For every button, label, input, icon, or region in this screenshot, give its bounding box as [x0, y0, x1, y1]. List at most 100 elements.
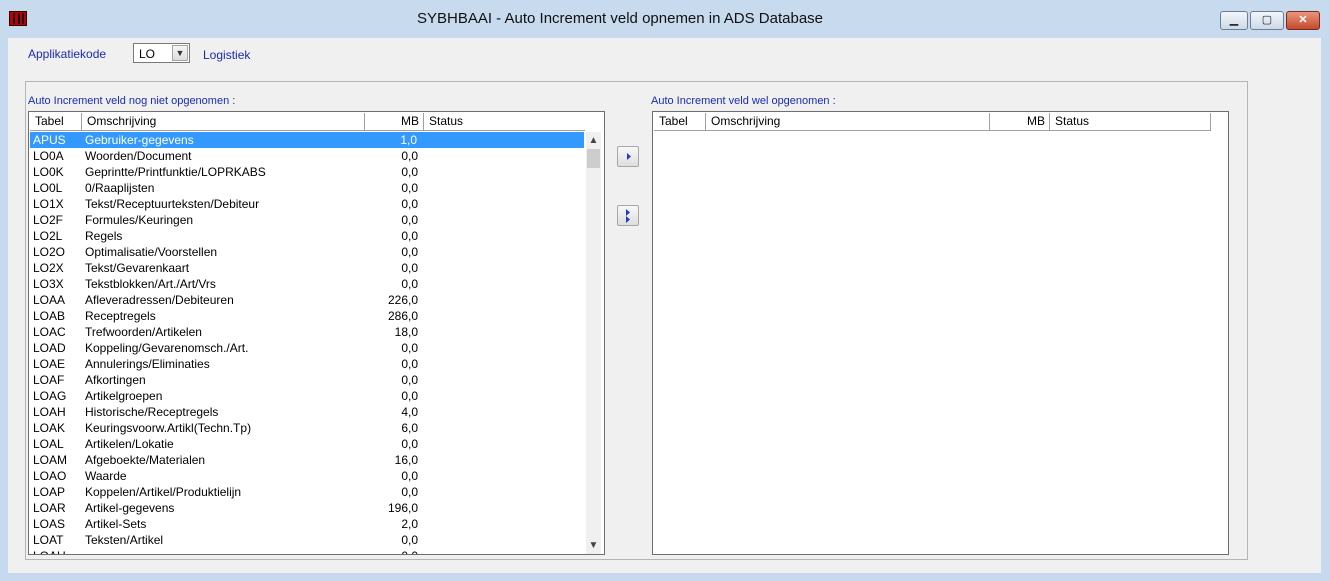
- column-header-status[interactable]: Status: [424, 113, 585, 130]
- table-row[interactable]: LOAU 0,0: [30, 548, 585, 554]
- chevron-down-icon[interactable]: ▼: [172, 45, 188, 61]
- not-included-tables-grid[interactable]: Tabel Omschrijving MB Status APUS Gebruik…: [28, 111, 605, 555]
- table-row[interactable]: LO2F Formules/Keuringen 0,0: [30, 212, 585, 228]
- table-row[interactable]: LOAK Keuringsvoorw.Artikl(Techn.Tp) 6,0: [30, 420, 585, 436]
- scroll-up-icon[interactable]: ▲: [586, 132, 601, 149]
- row-omschrijving: Tekstblokken/Art./Art/Vrs: [85, 277, 216, 291]
- row-tabel: LOAE: [33, 357, 66, 371]
- row-omschrijving: Tekst/Receptuurteksten/Debiteur: [85, 197, 260, 211]
- row-omschrijving: Afkortingen: [85, 373, 146, 387]
- table-row[interactable]: LOAM Afgeboekte/Materialen 16,0: [30, 452, 585, 468]
- column-header-omschrijving[interactable]: Omschrijving: [82, 113, 365, 130]
- table-row[interactable]: LOAD Koppeling/Gevarenomsch./Art. 0,0: [30, 340, 585, 356]
- row-omschrijving: Artikel-gegevens: [85, 501, 175, 515]
- table-row[interactable]: LOAL Artikelen/Lokatie 0,0: [30, 436, 585, 452]
- row-omschrijving: Geprintte/Printfunktie/LOPRKABS: [85, 165, 266, 179]
- table-row[interactable]: LOAC Trefwoorden/Artikelen 18,0: [30, 324, 585, 340]
- row-omschrijving: Optimalisatie/Voorstellen: [85, 245, 218, 259]
- table-row[interactable]: LOAA Afleveradressen/Debiteuren 226,0: [30, 292, 585, 308]
- row-mb: 226,0: [387, 293, 418, 307]
- table-row[interactable]: LOAE Annulerings/Eliminaties 0,0: [30, 356, 585, 372]
- scroll-down-icon[interactable]: ▼: [586, 537, 601, 554]
- table-row[interactable]: LOAH Historische/Receptregels 4,0: [30, 404, 585, 420]
- row-mb: 0,0: [401, 165, 418, 179]
- row-mb: 16,0: [394, 453, 418, 467]
- row-mb: 0,0: [401, 437, 418, 451]
- grid-rows: APUS Gebruiker-gegevens 1,0 LO0A Woorden/Doc…: [30, 132, 585, 554]
- column-header-tabel[interactable]: Tabel: [30, 113, 82, 130]
- maximize-icon: ▢: [1261, 14, 1273, 26]
- row-omschrijving: Woorden/Document: [85, 149, 192, 163]
- column-header-omschrijving[interactable]: Omschrijving: [706, 113, 990, 130]
- row-tabel: LOAL: [33, 437, 64, 451]
- table-row[interactable]: LO2X Tekst/Gevarenkaart 0,0: [30, 260, 585, 276]
- column-header-status[interactable]: Status: [1050, 113, 1211, 130]
- table-row[interactable]: APUS Gebruiker-gegevens 1,0: [30, 132, 584, 148]
- row-tabel: LO2F: [33, 213, 64, 227]
- application-window: SYBHBAAI - Auto Increment veld opnemen i…: [0, 0, 1329, 581]
- table-row[interactable]: LOAG Artikelgroepen 0,0: [30, 388, 585, 404]
- close-icon: ✕: [1298, 14, 1308, 26]
- table-row[interactable]: LO1X Tekst/Receptuurteksten/Debiteur 0,0: [30, 196, 585, 212]
- table-row[interactable]: LOAP Koppelen/Artikel/Produktielijn 0,0: [30, 484, 585, 500]
- applikatiekode-combobox[interactable]: LO ▼: [133, 43, 190, 63]
- row-mb: 0,0: [401, 149, 418, 163]
- move-selected-button[interactable]: [617, 146, 639, 167]
- row-tabel: LO0A: [33, 149, 64, 163]
- close-button[interactable]: ✕: [1286, 11, 1320, 30]
- row-tabel: LOAB: [33, 309, 66, 323]
- arrow-right-icon: [627, 153, 631, 160]
- title-bar[interactable]: SYBHBAAI - Auto Increment veld opnemen i…: [0, 0, 1329, 38]
- table-row[interactable]: LOAO Waarde 0,0: [30, 468, 585, 484]
- table-row[interactable]: LO2L Regels 0,0: [30, 228, 585, 244]
- row-mb: 286,0: [387, 309, 418, 323]
- table-row[interactable]: LO3X Tekstblokken/Art./Art/Vrs 0,0: [30, 276, 585, 292]
- window-title: SYBHBAAI - Auto Increment veld opnemen i…: [416, 10, 824, 27]
- row-omschrijving: Koppelen/Artikel/Produktielijn: [85, 485, 242, 499]
- row-mb: 196,0: [387, 501, 418, 515]
- grid-header: Tabel Omschrijving MB Status: [654, 113, 1211, 131]
- row-omschrijving: Artikel-Sets: [85, 517, 147, 531]
- row-tabel: LO3X: [33, 277, 64, 291]
- row-omschrijving: Teksten/Artikel: [85, 533, 164, 547]
- column-header-tabel[interactable]: Tabel: [654, 113, 706, 130]
- row-omschrijving: Regels: [85, 229, 123, 243]
- row-omschrijving: Waarde: [85, 469, 127, 483]
- row-omschrijving: Artikelen/Lokatie: [85, 437, 174, 451]
- minimize-button[interactable]: ▁: [1220, 11, 1248, 30]
- column-header-mb[interactable]: MB: [365, 113, 424, 130]
- table-row[interactable]: LO0K Geprintte/Printfunktie/LOPRKABS 0,0: [30, 164, 585, 180]
- column-header-mb[interactable]: MB: [990, 113, 1050, 130]
- row-mb: 0,0: [401, 229, 418, 243]
- maximize-button[interactable]: ▢: [1250, 11, 1284, 30]
- row-tabel: LOAC: [33, 325, 66, 339]
- row-omschrijving: Koppeling/Gevarenomsch./Art.: [85, 341, 249, 355]
- row-tabel: LO0K: [33, 165, 64, 179]
- table-row[interactable]: LO2O Optimalisatie/Voorstellen 0,0: [30, 244, 585, 260]
- table-row[interactable]: LO0A Woorden/Document 0,0: [30, 148, 585, 164]
- row-mb: 0,0: [401, 357, 418, 371]
- table-row[interactable]: LOAB Receptregels 286,0: [30, 308, 585, 324]
- included-tables-grid[interactable]: Tabel Omschrijving MB Status: [652, 111, 1229, 555]
- row-tabel: APUS: [33, 133, 66, 147]
- right-panel-label: Auto Increment veld wel opgenomen :: [651, 95, 836, 107]
- vertical-scrollbar[interactable]: ▲ ▼: [586, 132, 601, 554]
- client-area: Applikatiekode LO ▼ Logistiek Auto Incre…: [8, 38, 1321, 573]
- table-row[interactable]: LOAS Artikel-Sets 2,0: [30, 516, 585, 532]
- row-omschrijving: Tekst/Gevarenkaart: [85, 261, 190, 275]
- table-row[interactable]: LO0L 0/Raaplijsten 0,0: [30, 180, 585, 196]
- row-tabel: LOAR: [33, 501, 66, 515]
- move-all-button[interactable]: [617, 205, 639, 226]
- row-tabel: LO2L: [33, 229, 63, 243]
- table-row[interactable]: LOAT Teksten/Artikel 0,0: [30, 532, 585, 548]
- row-omschrijving: Artikelgroepen: [85, 389, 163, 403]
- row-mb: 2,0: [401, 517, 418, 531]
- table-row[interactable]: LOAF Afkortingen 0,0: [30, 372, 585, 388]
- table-row[interactable]: LOAR Artikel-gegevens 196,0: [30, 500, 585, 516]
- row-omschrijving: 0/Raaplijsten: [85, 181, 155, 195]
- scrollbar-thumb[interactable]: [587, 149, 600, 168]
- row-mb: 0,0: [401, 277, 418, 291]
- row-mb: 0,0: [401, 197, 418, 211]
- row-tabel: LOAT: [33, 533, 64, 547]
- row-omschrijving: Keuringsvoorw.Artikl(Techn.Tp): [85, 421, 252, 435]
